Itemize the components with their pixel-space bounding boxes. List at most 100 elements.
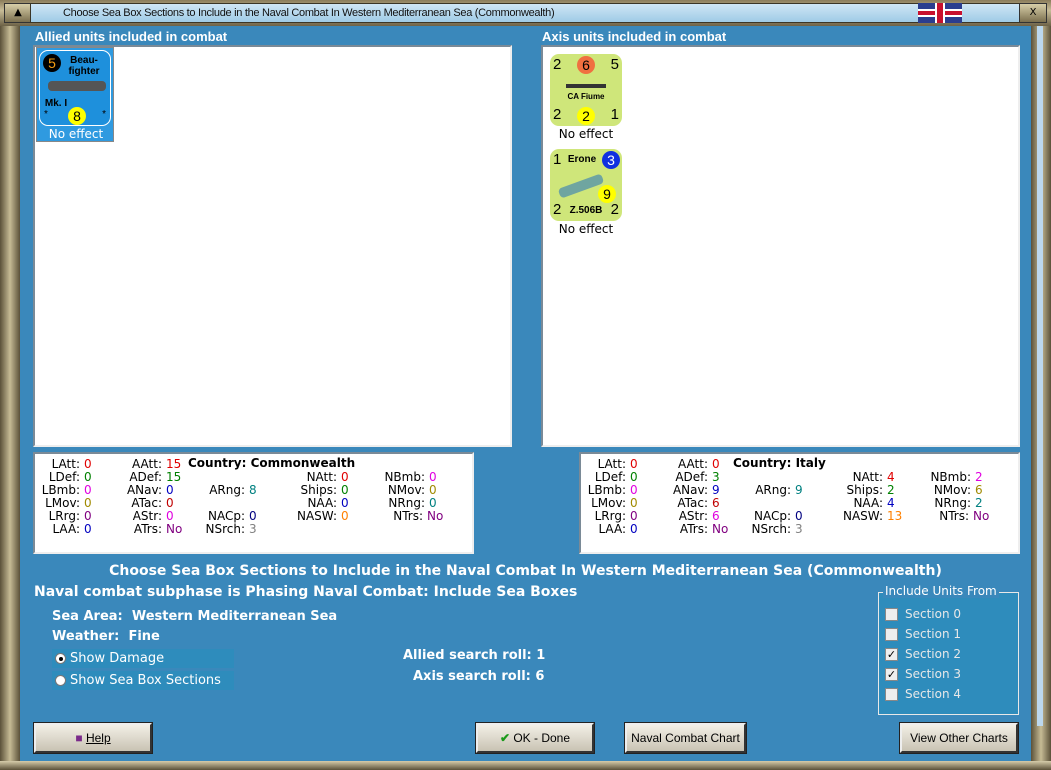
unit-value: 2 [553, 56, 562, 73]
help-button[interactable]: ■ Help [33, 722, 153, 754]
section-2-checkbox[interactable]: ✓ Section 2 [885, 646, 961, 662]
ok-done-button[interactable]: ✔ OK - Done [475, 722, 595, 754]
stat-label: AAtt: [132, 457, 162, 471]
stat-item: NAA: 0 [257, 496, 348, 510]
stat-label: LBmb: [41, 483, 80, 497]
stat-label: ATrs: [679, 522, 708, 536]
stat-value: 8 [249, 483, 257, 497]
stat-item: NMov: 6 [891, 483, 983, 497]
section-4-checkbox[interactable]: Section 4 [885, 686, 961, 702]
stat-value: 0 [429, 496, 437, 510]
unit-value: 2 [577, 107, 595, 125]
stat-label: NTrs: [939, 509, 969, 523]
stat-label: LBmb: [587, 483, 626, 497]
section-label: Section 3 [905, 667, 962, 681]
help-label: Help [85, 731, 111, 745]
stat-item: ADef: 15 [82, 470, 181, 484]
up-arrow-icon: ▲ [14, 7, 22, 18]
stat-item: NSrch: 3 [165, 522, 256, 536]
stat-item: LBmb: 0 [0, 483, 92, 497]
country-label: Country: Commonwealth [188, 456, 356, 470]
stat-label: LRrg: [48, 509, 80, 523]
stat-label: LAA: [52, 522, 80, 536]
range-value: 8 [68, 107, 86, 125]
section-3-checkbox[interactable]: ✓ Section 3 [885, 666, 961, 682]
stat-value: 3 [795, 522, 803, 536]
stat-label: ANav: [126, 483, 162, 497]
minimize-button[interactable]: ▲ [4, 3, 32, 23]
stat-label: LMov: [45, 496, 80, 510]
stat-label: AStr: [132, 509, 162, 523]
section-label: Section 0 [905, 607, 962, 621]
stat-item: LDef: 0 [0, 470, 92, 484]
view-other-charts-button[interactable]: View Other Charts [899, 722, 1019, 754]
stat-value: 2 [975, 496, 983, 510]
aircraft-icon [48, 81, 106, 91]
stat-item: NACp: 0 [711, 509, 803, 523]
stat-value: 15 [166, 470, 182, 484]
stat-label: NMov: [933, 483, 971, 497]
show-sections-radio[interactable]: Show Sea Box Sections [52, 671, 234, 690]
stat-item: AStr: 0 [82, 509, 174, 523]
stat-label: ATac: [677, 496, 708, 510]
stat-item: NBmb: 2 [891, 470, 983, 484]
sea-area-value: Western Mediterranean Sea [131, 609, 338, 624]
stat-label: NAA: [853, 496, 883, 510]
unit-status: No effect [558, 127, 614, 141]
stat-label: ADef: [129, 470, 162, 484]
stat-label: ATrs: [133, 522, 162, 536]
stat-label: LAA: [598, 522, 626, 536]
allied-search-roll: Allied search roll: 1 [403, 648, 546, 663]
naval-combat-chart-button[interactable]: Naval Combat Chart [624, 722, 747, 754]
section-label: Section 2 [905, 647, 962, 661]
close-button[interactable]: X [1019, 3, 1047, 23]
radio-selected-icon [55, 653, 66, 664]
section-0-checkbox[interactable]: Section 0 [885, 606, 961, 622]
stat-item: ARng: 8 [165, 483, 257, 497]
stat-item: LAtt: 0 [0, 457, 92, 471]
stat-item: NBmb: 0 [345, 470, 436, 484]
title-bar[interactable]: Choose Sea Box Sections to Include in th… [30, 3, 1030, 23]
stat-label: NSrch: [751, 522, 791, 536]
stat-value: 0 [429, 483, 437, 497]
show-damage-radio[interactable]: Show Damage [52, 649, 234, 668]
stat-item: LMov: 0 [0, 496, 92, 510]
section-1-checkbox[interactable]: Section 1 [885, 626, 961, 642]
radio-label: Show Sea Box Sections [70, 673, 221, 688]
stat-value: 0 [249, 509, 257, 523]
stat-label: Ships: [846, 483, 883, 497]
stat-label: ADef: [675, 470, 708, 484]
stat-item: NTrs: No [343, 509, 443, 523]
stat-label: AStr: [678, 509, 708, 523]
stat-value: 0 [795, 509, 803, 523]
unit-beaufighter[interactable]: 5 Beau-fighter Mk. I * * 8 No effect [36, 47, 114, 142]
corner-star: * [102, 109, 106, 120]
checkbox-icon [885, 688, 898, 701]
stat-label: Ships: [300, 483, 337, 497]
right-frame [1031, 26, 1051, 761]
group-legend: Include Units From [883, 584, 999, 598]
subphase-text: Naval combat subphase is Phasing Naval C… [34, 584, 578, 600]
stat-value: 6 [712, 496, 720, 510]
unit-name-line2: fighter [68, 66, 100, 77]
window-title: Choose Sea Box Sections to Include in th… [63, 7, 555, 19]
stat-item: NMov: 0 [345, 483, 437, 497]
axis-units-panel[interactable]: 2 6 5 CA Fiume 2 2 1 No effect 1 Erone 3… [541, 45, 1020, 447]
axis-header: Axis units included in combat [542, 29, 727, 44]
stat-item: NRng: 2 [891, 496, 983, 510]
stat-item: NSrch: 3 [711, 522, 803, 536]
stat-item: LAtt: 0 [546, 457, 638, 471]
allied-header: Allied units included in combat [35, 29, 228, 44]
unit-ca-fiume[interactable]: 2 6 5 CA Fiume 2 2 1 [550, 54, 622, 126]
allied-units-panel[interactable]: 5 Beau-fighter Mk. I * * 8 No effect [33, 45, 512, 447]
stat-item: LAA: 0 [546, 522, 637, 536]
unit-value: 1 [610, 106, 619, 123]
unit-erone[interactable]: 1 Erone 3 9 2 Z.506B 2 [550, 149, 622, 221]
stat-item: AAtt: 0 [628, 457, 720, 471]
close-icon: X [1029, 7, 1037, 18]
stat-label: LDef: [594, 470, 626, 484]
stat-value: 15 [166, 457, 182, 471]
weather: Weather: Fine [52, 629, 160, 644]
unit-value: 3 [602, 151, 620, 169]
stat-value: 2 [975, 470, 983, 484]
